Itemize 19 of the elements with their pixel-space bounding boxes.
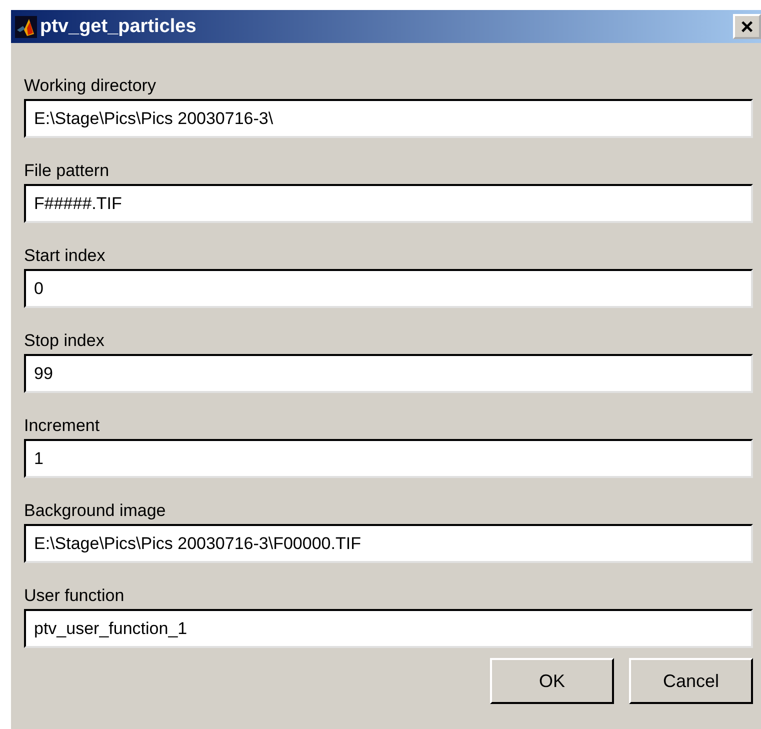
input-field[interactable]: E:\Stage\Pics\Pics 20030716-3\F00000.TIF [24,524,753,563]
input-field[interactable]: E:\Stage\Pics\Pics 20030716-3\ [24,99,753,138]
field-label: Increment [24,415,100,437]
dialog-button[interactable]: OK [490,658,614,704]
window-title: ptv_get_particles [40,16,198,38]
input-field[interactable]: 1 [24,439,753,478]
input-field[interactable]: ptv_user_function_1 [24,609,753,648]
field-label: Background image [24,500,166,522]
field-label: Working directory [24,75,156,97]
field-label: Stop index [24,330,104,352]
field-label: Start index [24,245,106,267]
field-label: File pattern [24,160,110,182]
dialog-button[interactable]: Cancel [629,658,753,704]
app-icon [15,16,37,38]
input-field[interactable]: 99 [24,354,753,393]
field-label: User function [24,585,124,607]
close-button[interactable]: × [733,14,761,39]
input-field[interactable]: 0 [24,269,753,308]
input-field[interactable]: F#####.TIF [24,184,753,223]
